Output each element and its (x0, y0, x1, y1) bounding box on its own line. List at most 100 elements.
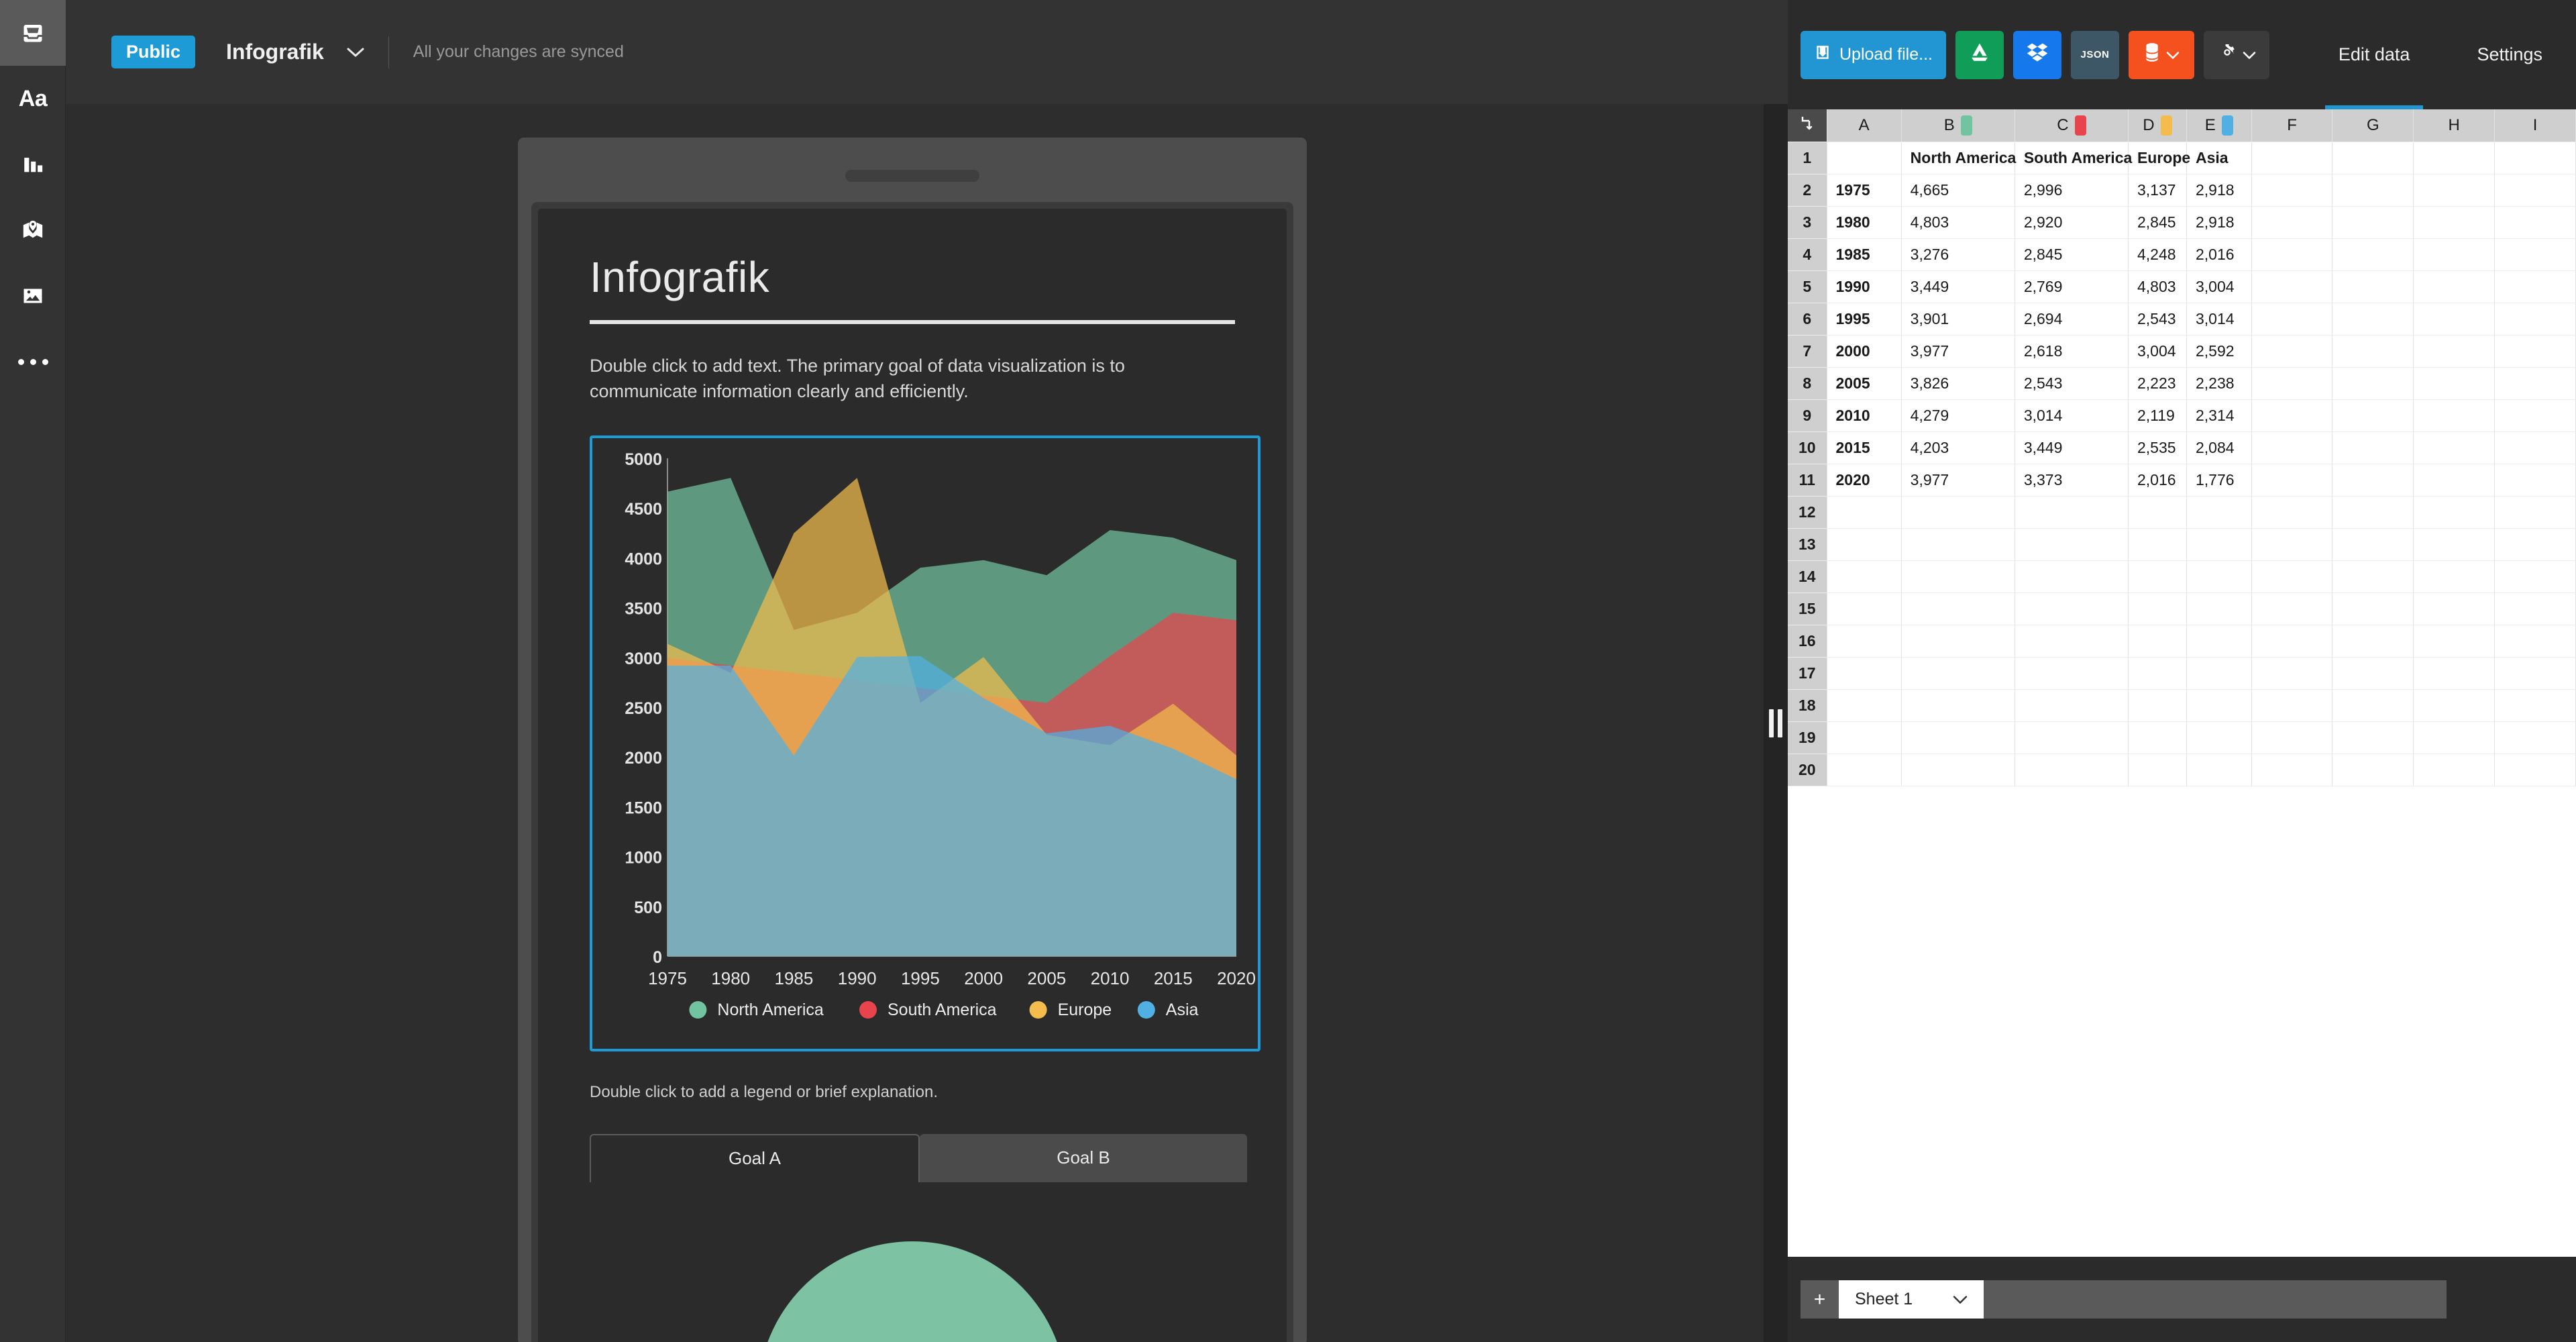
row-header[interactable]: 6 (1788, 303, 1827, 335)
table-cell[interactable] (1901, 560, 2015, 592)
table-cell[interactable]: 1995 (1827, 303, 1901, 335)
table-cell[interactable] (2186, 657, 2251, 689)
table-cell[interactable] (2332, 496, 2414, 528)
table-cell[interactable] (2414, 625, 2495, 657)
upload-file-button[interactable]: Upload file... (1801, 31, 1946, 79)
table-cell[interactable]: 2005 (1827, 367, 1901, 399)
table-cell[interactable] (2332, 335, 2414, 367)
row-header[interactable]: 10 (1788, 431, 1827, 464)
table-cell[interactable]: 3,901 (1901, 303, 2015, 335)
table-cell[interactable]: 2,592 (2186, 335, 2251, 367)
column-header-i[interactable]: I (2495, 109, 2576, 142)
row-header[interactable]: 18 (1788, 689, 1827, 721)
table-cell[interactable]: 2,694 (2015, 303, 2128, 335)
table-cell[interactable]: North America (1901, 142, 2015, 174)
table-cell[interactable] (2332, 528, 2414, 560)
database-button[interactable] (2129, 31, 2194, 79)
row-header[interactable]: 14 (1788, 560, 1827, 592)
table-cell[interactable] (2251, 754, 2332, 786)
table-cell[interactable] (1827, 657, 1901, 689)
rail-item-charts[interactable] (0, 132, 66, 197)
dropbox-button[interactable] (2013, 31, 2061, 79)
table-cell[interactable]: 4,279 (1901, 399, 2015, 431)
table-cell[interactable] (2332, 754, 2414, 786)
table-cell[interactable] (2128, 625, 2186, 657)
table-cell[interactable] (2414, 592, 2495, 625)
table-cell[interactable] (2251, 689, 2332, 721)
table-cell[interactable] (2251, 592, 2332, 625)
table-cell[interactable] (2414, 721, 2495, 754)
table-cell[interactable]: 3,014 (2015, 399, 2128, 431)
table-cell[interactable] (1901, 625, 2015, 657)
row-header[interactable]: 9 (1788, 399, 1827, 431)
table-cell[interactable] (2128, 496, 2186, 528)
rail-item-templates[interactable] (0, 0, 66, 66)
row-header[interactable]: 3 (1788, 206, 1827, 238)
add-sheet-button[interactable]: + (1801, 1280, 1839, 1319)
table-cell[interactable] (2186, 625, 2251, 657)
table-cell[interactable] (2251, 238, 2332, 270)
table-cell[interactable] (2015, 560, 2128, 592)
chevron-down-icon[interactable] (1953, 1290, 1968, 1309)
table-cell[interactable] (1827, 592, 1901, 625)
table-cell[interactable] (2495, 464, 2576, 496)
public-badge[interactable]: Public (111, 36, 195, 68)
table-cell[interactable]: 3,276 (1901, 238, 2015, 270)
table-cell[interactable]: 3,977 (1901, 464, 2015, 496)
table-cell[interactable] (2186, 496, 2251, 528)
table-cell[interactable]: 2,769 (2015, 270, 2128, 303)
table-cell[interactable]: 2,119 (2128, 399, 2186, 431)
table-cell[interactable] (2332, 238, 2414, 270)
row-header[interactable]: 17 (1788, 657, 1827, 689)
table-cell[interactable] (2495, 689, 2576, 721)
row-header[interactable]: 12 (1788, 496, 1827, 528)
table-cell[interactable] (2332, 689, 2414, 721)
table-cell[interactable] (2332, 560, 2414, 592)
table-cell[interactable]: 2,543 (2015, 367, 2128, 399)
table-cell[interactable] (2414, 464, 2495, 496)
rail-item-text[interactable]: Aa (0, 66, 66, 132)
table-cell[interactable] (2186, 592, 2251, 625)
row-header[interactable]: 13 (1788, 528, 1827, 560)
table-cell[interactable]: 4,803 (2128, 270, 2186, 303)
table-cell[interactable] (2414, 206, 2495, 238)
table-cell[interactable] (2495, 399, 2576, 431)
rail-item-images[interactable] (0, 263, 66, 329)
table-cell[interactable] (2251, 657, 2332, 689)
table-cell[interactable] (2251, 431, 2332, 464)
table-cell[interactable]: 2,314 (2186, 399, 2251, 431)
column-header-d[interactable]: D (2128, 109, 2186, 142)
table-cell[interactable] (2495, 206, 2576, 238)
column-header-f[interactable]: F (2251, 109, 2332, 142)
table-cell[interactable] (2414, 174, 2495, 206)
table-cell[interactable]: 1980 (1827, 206, 1901, 238)
table-cell[interactable]: 3,004 (2186, 270, 2251, 303)
document-title[interactable]: Infografik (226, 40, 324, 64)
table-cell[interactable] (2015, 754, 2128, 786)
spreadsheet[interactable]: A B C D E F G H I 1North AmericaSouth Am… (1788, 109, 2576, 1257)
table-cell[interactable]: 2000 (1827, 335, 1901, 367)
table-cell[interactable] (2251, 367, 2332, 399)
table-cell[interactable] (2015, 592, 2128, 625)
column-header-a[interactable]: A (1827, 109, 1901, 142)
table-cell[interactable]: 3,977 (1901, 335, 2015, 367)
table-cell[interactable]: 2,543 (2128, 303, 2186, 335)
table-cell[interactable]: 4,248 (2128, 238, 2186, 270)
table-cell[interactable]: Asia (2186, 142, 2251, 174)
table-cell[interactable]: 1,776 (2186, 464, 2251, 496)
table-cell[interactable] (2251, 142, 2332, 174)
table-cell[interactable] (2251, 496, 2332, 528)
table-cell[interactable] (2495, 496, 2576, 528)
table-cell[interactable] (1901, 657, 2015, 689)
column-header-h[interactable]: H (2414, 109, 2495, 142)
table-cell[interactable]: 2,223 (2128, 367, 2186, 399)
table-cell[interactable]: 3,449 (1901, 270, 2015, 303)
column-header-e[interactable]: E (2186, 109, 2251, 142)
table-cell[interactable]: 4,203 (1901, 431, 2015, 464)
table-cell[interactable] (2414, 657, 2495, 689)
table-cell[interactable]: 2020 (1827, 464, 1901, 496)
table-cell[interactable] (2128, 528, 2186, 560)
table-cell[interactable] (2414, 303, 2495, 335)
legend-label[interactable]: Asia (1166, 1000, 1199, 1019)
table-cell[interactable] (2251, 270, 2332, 303)
